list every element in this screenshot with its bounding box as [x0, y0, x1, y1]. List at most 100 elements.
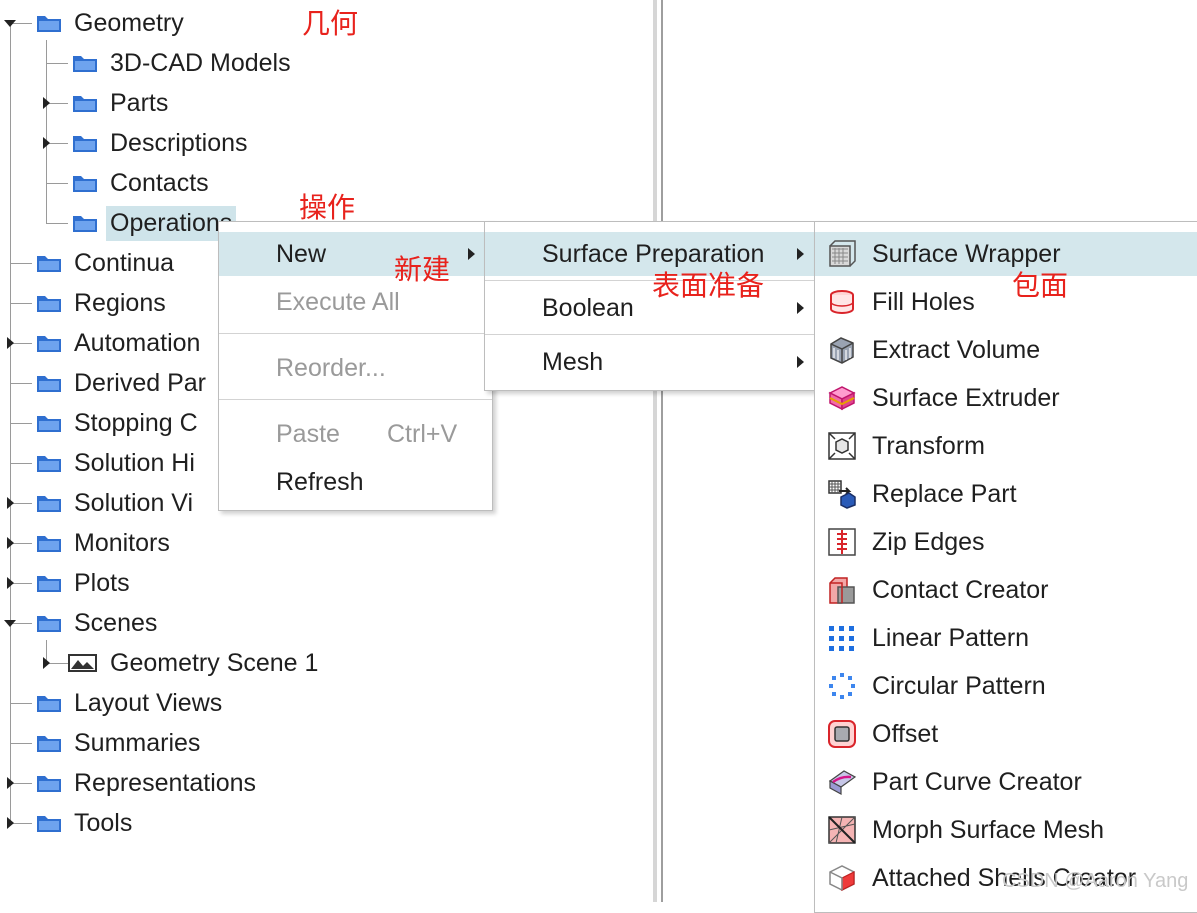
expand-toggle-icon[interactable]: [7, 537, 14, 549]
menu-separator: [485, 334, 817, 335]
tree-node-label: Plots: [74, 568, 130, 597]
tree-connector: [10, 383, 32, 384]
circular-pattern-icon: [829, 673, 855, 699]
menu-item-paste[interactable]: Paste Ctrl+V: [219, 412, 492, 456]
tree-node-label: Solution Vi: [74, 488, 194, 517]
tree-node-3d-cad-models[interactable]: 3D-CAD Models: [72, 46, 295, 80]
menu-item-mesh[interactable]: Mesh: [485, 340, 817, 384]
menu-item-label: Surface Extruder: [872, 383, 1060, 412]
annotation-surface-preparation: 表面准备: [652, 269, 765, 302]
menu-item-label: Offset: [872, 719, 939, 748]
tree-node-label: Contacts: [110, 168, 209, 197]
menu-item-reorder[interactable]: Reorder...: [219, 346, 492, 390]
tree-node-descriptions[interactable]: Descriptions: [72, 126, 252, 160]
surface-preparation-submenu: Surface Wrapper Fill Holes Extract Volum…: [814, 221, 1197, 913]
folder-icon: [36, 693, 62, 713]
menu-item-refresh[interactable]: Refresh: [219, 460, 492, 504]
tree-node-stopping-criteria[interactable]: Stopping C: [36, 406, 202, 440]
menu-item-offset[interactable]: Offset: [815, 712, 1197, 756]
tree-node-regions[interactable]: Regions: [36, 286, 170, 320]
offset-icon: [828, 720, 856, 748]
tree-node-label: Regions: [74, 288, 166, 317]
expand-toggle-icon[interactable]: [43, 97, 50, 109]
tree-node-label: Representations: [74, 768, 257, 797]
folder-icon: [36, 373, 62, 393]
menu-item-circular-pattern[interactable]: Circular Pattern: [815, 664, 1197, 708]
menu-item-label: Boolean: [542, 293, 634, 322]
menu-item-label: Zip Edges: [872, 527, 985, 556]
tree-connector: [46, 223, 68, 224]
tree-node-continua[interactable]: Continua: [36, 246, 178, 280]
menu-item-new[interactable]: New: [219, 232, 492, 276]
menu-item-part-curve-creator[interactable]: Part Curve Creator: [815, 760, 1197, 804]
tree-node-label: Geometry Scene 1: [110, 648, 319, 677]
menu-item-replace-part[interactable]: Replace Part: [815, 472, 1197, 516]
menu-item-extract-volume[interactable]: Extract Volume: [815, 328, 1197, 372]
tree-node-label: Descriptions: [110, 128, 248, 157]
tree-node-summaries[interactable]: Summaries: [36, 726, 204, 760]
tree-node-geometry-scene-1[interactable]: Geometry Scene 1: [68, 646, 322, 680]
watermark: CSDN @Aaron Yang: [1002, 870, 1189, 892]
menu-item-linear-pattern[interactable]: Linear Pattern: [815, 616, 1197, 660]
menu-item-surface-extruder[interactable]: Surface Extruder: [815, 376, 1197, 420]
menu-item-label: New: [276, 239, 327, 268]
expand-toggle-icon[interactable]: [7, 337, 14, 349]
menu-item-surface-wrapper[interactable]: Surface Wrapper: [815, 232, 1197, 276]
menu-item-contact-creator[interactable]: Contact Creator: [815, 568, 1197, 612]
expand-toggle-icon[interactable]: [43, 137, 50, 149]
submenu-arrow-icon: [797, 248, 804, 260]
tree-node-layout-views[interactable]: Layout Views: [36, 686, 226, 720]
expand-toggle-icon[interactable]: [7, 577, 14, 589]
tree-connector: [46, 40, 47, 223]
menu-item-label: Execute All: [276, 287, 400, 316]
folder-icon: [36, 453, 62, 473]
part-curve-creator-icon: [828, 770, 857, 796]
menu-item-transform[interactable]: Transform: [815, 424, 1197, 468]
tree-node-parts[interactable]: Parts: [72, 86, 172, 120]
collapse-toggle-icon[interactable]: [4, 620, 16, 627]
folder-icon: [72, 133, 98, 153]
tree-node-derived-parts[interactable]: Derived Par: [36, 366, 210, 400]
collapse-toggle-icon[interactable]: [4, 20, 16, 27]
menu-item-fill-holes[interactable]: Fill Holes: [815, 280, 1197, 324]
attached-shells-creator-icon: [829, 865, 855, 891]
tree-node-automation[interactable]: Automation: [36, 326, 204, 360]
menu-item-zip-edges[interactable]: Zip Edges: [815, 520, 1197, 564]
folder-icon: [36, 813, 62, 833]
folder-icon: [72, 173, 98, 193]
menu-item-morph-surface-mesh[interactable]: Morph Surface Mesh: [815, 808, 1197, 852]
menu-item-execute-all[interactable]: Execute All: [219, 280, 492, 324]
menu-separator: [219, 399, 492, 400]
pane-splitter[interactable]: [653, 0, 657, 902]
submenu-arrow-icon: [468, 248, 475, 260]
tree-node-contacts[interactable]: Contacts: [72, 166, 213, 200]
tree-node-scenes[interactable]: Scenes: [36, 606, 161, 640]
menu-item-surface-preparation[interactable]: Surface Preparation: [485, 232, 817, 276]
expand-toggle-icon[interactable]: [7, 777, 14, 789]
menu-item-label: Paste: [276, 419, 340, 448]
tree-node-operations[interactable]: Operations: [72, 205, 237, 241]
folder-icon: [36, 333, 62, 353]
expand-toggle-icon[interactable]: [7, 817, 14, 829]
tree-node-monitors[interactable]: Monitors: [36, 526, 174, 560]
tree-node-representations[interactable]: Representations: [36, 766, 260, 800]
morph-surface-mesh-icon: [828, 816, 856, 844]
tree-node-plots[interactable]: Plots: [36, 566, 134, 600]
expand-toggle-icon[interactable]: [43, 657, 50, 669]
folder-icon: [36, 733, 62, 753]
expand-toggle-icon[interactable]: [7, 497, 14, 509]
menu-item-boolean[interactable]: Boolean: [485, 286, 817, 330]
tree-connector: [10, 303, 32, 304]
menu-separator: [485, 280, 817, 281]
surface-extruder-icon: [828, 386, 856, 411]
folder-icon: [72, 53, 98, 73]
tree-node-solution-views[interactable]: Solution Vi: [36, 486, 197, 520]
submenu-arrow-icon: [797, 302, 804, 314]
context-menu: New Execute All Reorder... Paste Ctrl+V …: [218, 221, 493, 511]
tree-node-tools[interactable]: Tools: [36, 806, 136, 840]
annotation-new: 新建: [394, 253, 451, 286]
tree-node-geometry[interactable]: Geometry: [36, 6, 188, 40]
menu-item-label: Part Curve Creator: [872, 767, 1082, 796]
tree-node-solution-histories[interactable]: Solution Hi: [36, 446, 199, 480]
menu-item-label: Reorder...: [276, 353, 386, 382]
